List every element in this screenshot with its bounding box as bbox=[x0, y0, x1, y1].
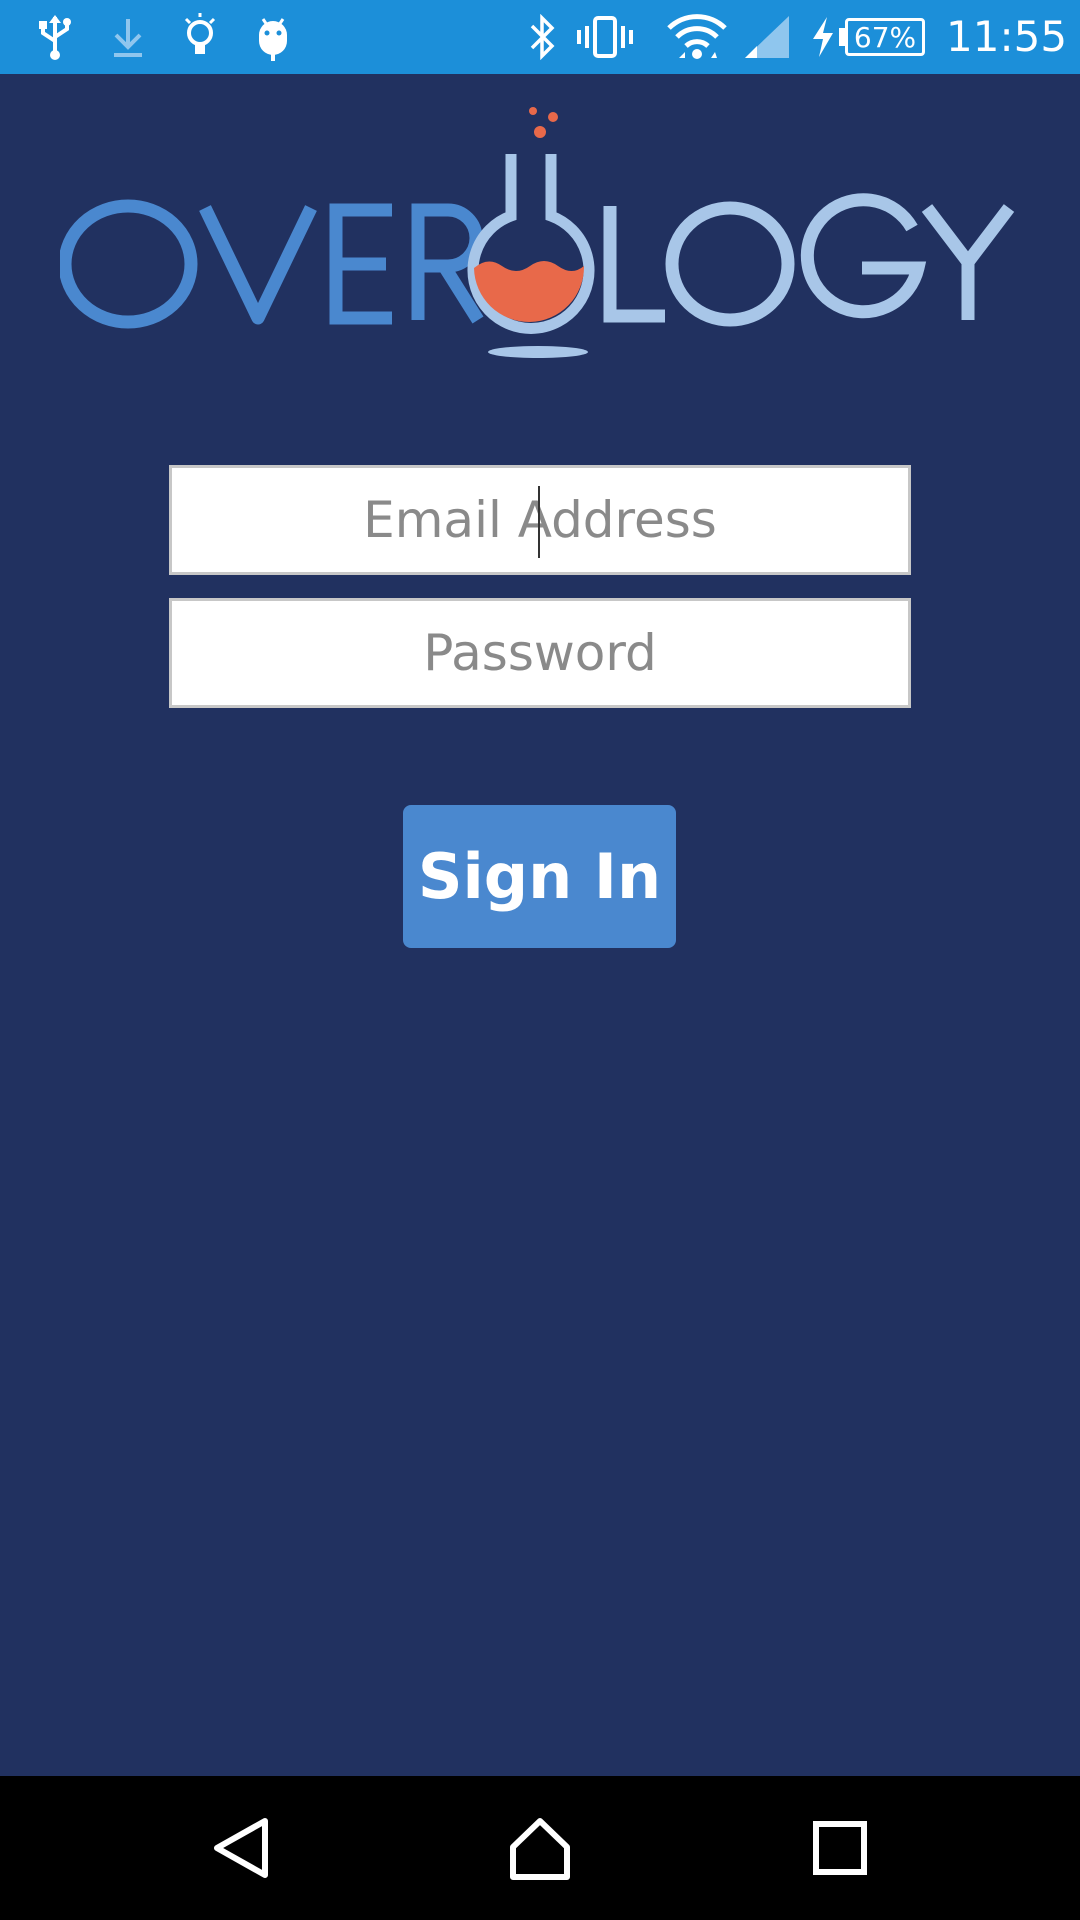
text-cursor bbox=[538, 486, 540, 558]
vibrate-icon bbox=[575, 10, 635, 64]
overology-logo bbox=[60, 107, 1015, 358]
home-icon[interactable] bbox=[490, 1798, 590, 1898]
charging-icon bbox=[808, 10, 838, 64]
sign-in-button[interactable]: Sign In bbox=[403, 805, 676, 948]
navigation-bar bbox=[0, 1776, 1080, 1920]
status-bar: 67% 11:55 bbox=[0, 0, 1080, 74]
back-icon[interactable] bbox=[192, 1798, 292, 1898]
signal-icon bbox=[742, 10, 792, 64]
clock: 11:55 bbox=[946, 12, 1068, 61]
android-icon bbox=[248, 10, 298, 64]
lightbulb-icon bbox=[175, 10, 225, 64]
wifi-icon bbox=[665, 10, 729, 64]
password-field[interactable] bbox=[169, 598, 911, 708]
login-screen: 67% 11:55 Sign In bbox=[0, 0, 1080, 1920]
recents-icon[interactable] bbox=[790, 1798, 890, 1898]
usb-icon bbox=[30, 10, 80, 64]
download-icon bbox=[103, 10, 153, 64]
bluetooth-icon bbox=[518, 10, 568, 64]
battery-level: 67% bbox=[845, 18, 925, 56]
email-field[interactable] bbox=[169, 465, 911, 575]
